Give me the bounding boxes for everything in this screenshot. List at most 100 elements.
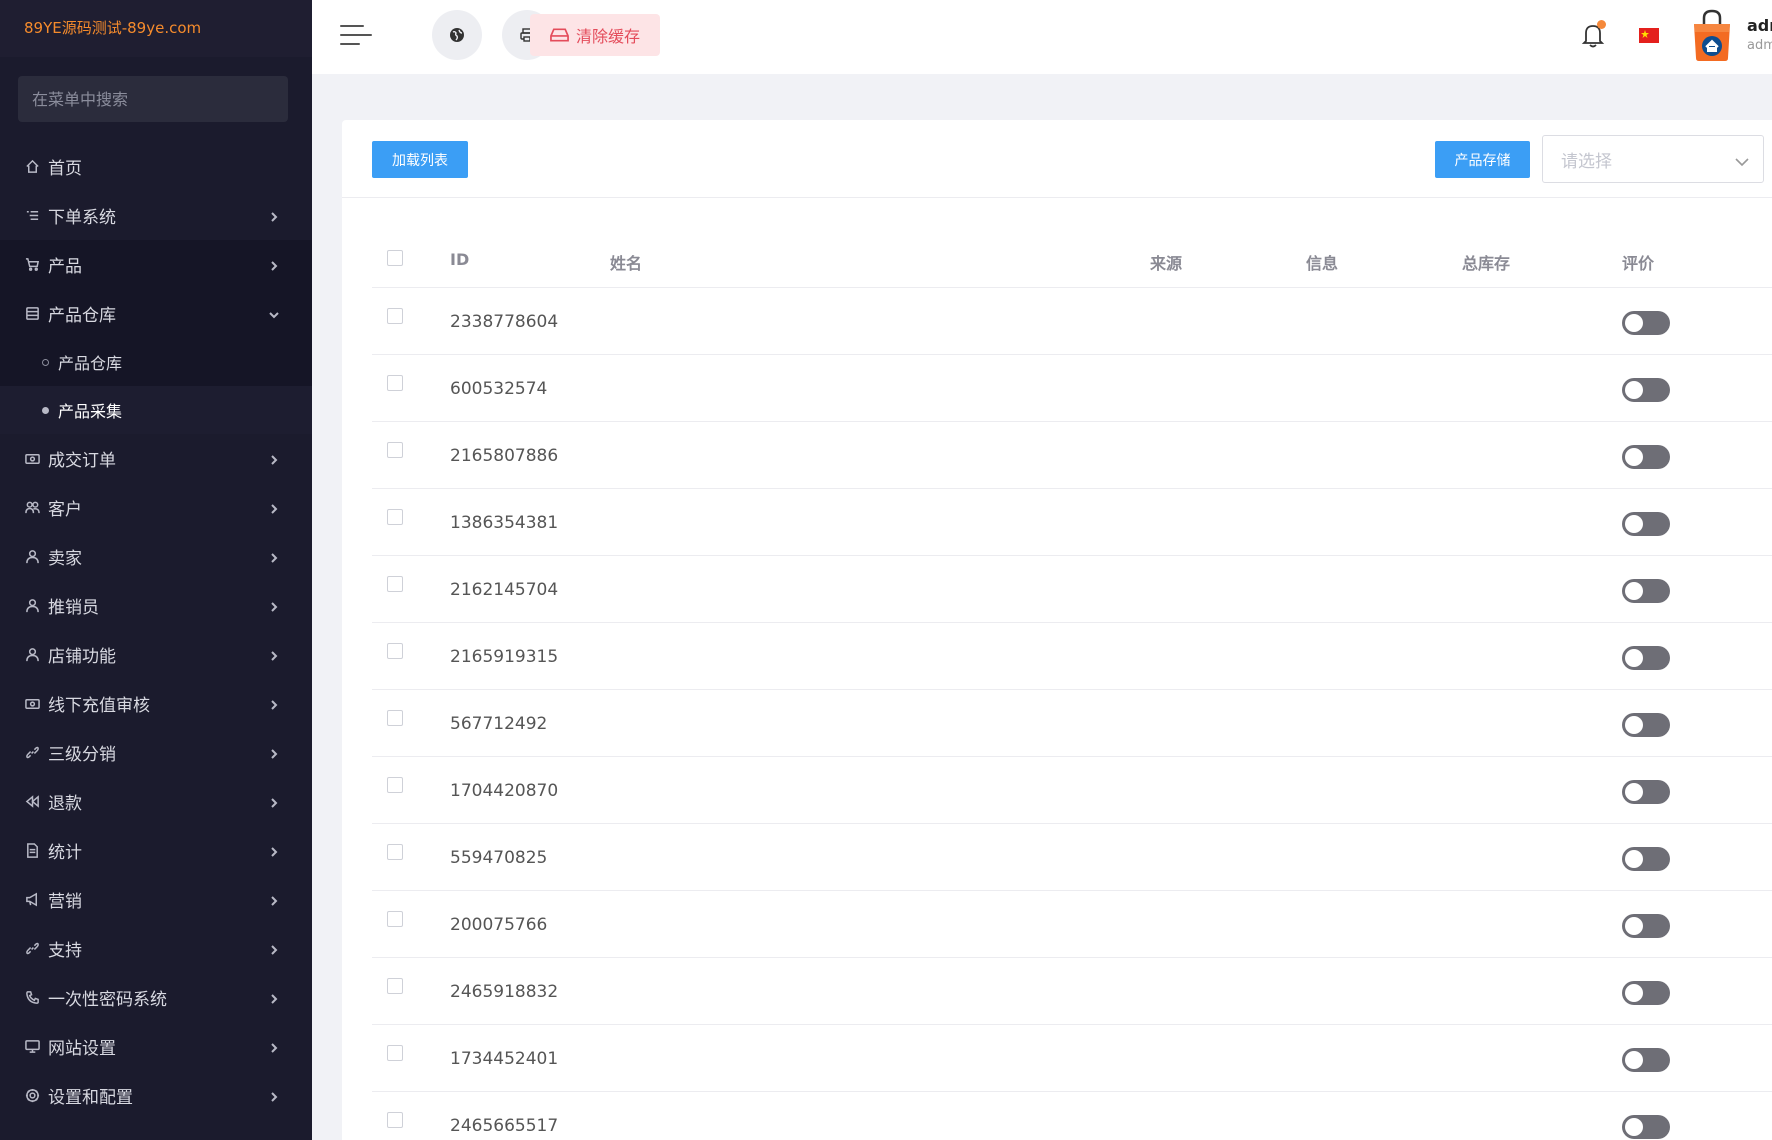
chevron-down-icon	[268, 306, 280, 319]
row-checkbox[interactable]	[387, 375, 403, 391]
row-checkbox[interactable]	[387, 576, 403, 592]
review-toggle[interactable]	[1622, 1048, 1670, 1072]
row-checkbox[interactable]	[387, 509, 403, 525]
review-toggle[interactable]	[1622, 1115, 1670, 1139]
sidebar-item[interactable]: 店铺功能	[0, 630, 312, 679]
column-source[interactable]: 来源	[1150, 250, 1182, 274]
bullet-icon	[42, 358, 49, 366]
column-name[interactable]: 姓名	[610, 250, 642, 274]
sidebar-item[interactable]: 产品仓库	[0, 289, 312, 338]
sidebar-item[interactable]: 支持	[0, 924, 312, 973]
review-toggle[interactable]	[1622, 378, 1670, 402]
link-icon	[24, 745, 40, 761]
sidebar-item-label: 统计	[48, 843, 82, 863]
notifications-button[interactable]	[1580, 20, 1606, 50]
sidebar-item[interactable]: 营销	[0, 875, 312, 924]
chevron-right-icon	[268, 843, 280, 857]
sidebar-item[interactable]: 设置和配置	[0, 1071, 312, 1120]
chevron-right-icon	[268, 451, 280, 465]
table-row: 600532574	[372, 355, 1772, 422]
sidebar-item[interactable]: 产品	[0, 240, 312, 289]
money-icon	[24, 451, 40, 467]
toggle-knob	[1625, 381, 1643, 399]
sidebar-item[interactable]: 线下充值审核	[0, 679, 312, 728]
warehouse-select[interactable]: 请选择	[1542, 135, 1764, 183]
sidebar-item[interactable]: 统计	[0, 826, 312, 875]
select-all-checkbox[interactable]	[387, 250, 403, 266]
table-row: 2465918832	[372, 958, 1772, 1025]
row-checkbox[interactable]	[387, 308, 403, 324]
table-row: 2165807886	[372, 422, 1772, 489]
sidebar-item[interactable]: 下单系统	[0, 191, 312, 240]
row-checkbox[interactable]	[387, 710, 403, 726]
sidebar-subitem[interactable]: 产品仓库	[0, 338, 312, 386]
sidebar-item-label: 客户	[48, 500, 82, 520]
toggle-knob	[1625, 515, 1643, 533]
toggle-knob	[1625, 984, 1643, 1002]
sidebar-item[interactable]: 客户	[0, 483, 312, 532]
top-header: 清除缓存 adr adm	[312, 0, 1772, 74]
row-checkbox[interactable]	[387, 1045, 403, 1061]
clear-cache-button[interactable]: 清除缓存	[530, 14, 660, 56]
review-toggle[interactable]	[1622, 780, 1670, 804]
row-checkbox[interactable]	[387, 643, 403, 659]
sidebar-item-label: 卖家	[48, 549, 82, 569]
sidebar-item[interactable]: 网站设置	[0, 1022, 312, 1071]
chevron-right-icon	[268, 257, 280, 271]
column-id[interactable]: ID	[450, 250, 469, 269]
cell-id: 2165919315	[450, 647, 559, 667]
review-toggle[interactable]	[1622, 981, 1670, 1005]
review-toggle[interactable]	[1622, 914, 1670, 938]
chevron-right-icon	[268, 647, 280, 661]
review-toggle[interactable]	[1622, 579, 1670, 603]
sidebar-item[interactable]: 卖家	[0, 532, 312, 581]
row-checkbox[interactable]	[387, 442, 403, 458]
language-flag-icon[interactable]	[1639, 28, 1659, 43]
user-icon	[24, 647, 40, 663]
sidebar-item[interactable]: 首页	[0, 142, 312, 191]
menu-search-input[interactable]	[18, 76, 288, 122]
row-checkbox[interactable]	[387, 911, 403, 927]
review-toggle[interactable]	[1622, 713, 1670, 737]
product-storage-button[interactable]: 产品存储	[1435, 141, 1530, 178]
toggle-knob	[1625, 716, 1643, 734]
column-review[interactable]: 评价	[1622, 250, 1654, 274]
review-toggle[interactable]	[1622, 646, 1670, 670]
sidebar-item[interactable]: 退款	[0, 777, 312, 826]
row-checkbox[interactable]	[387, 978, 403, 994]
sidebar-item[interactable]: 推销员	[0, 581, 312, 630]
user-name[interactable]: adr	[1747, 16, 1772, 35]
shopping-bag-icon	[1694, 9, 1730, 61]
row-checkbox[interactable]	[387, 1112, 403, 1128]
chevron-right-icon	[268, 696, 280, 710]
review-toggle[interactable]	[1622, 847, 1670, 871]
toggle-knob	[1625, 649, 1643, 667]
avatar[interactable]	[1690, 8, 1734, 62]
row-checkbox[interactable]	[387, 777, 403, 793]
brand-title[interactable]: 89YE源码测试-89ye.com	[0, 0, 312, 57]
select-placeholder: 请选择	[1561, 151, 1612, 172]
chevron-right-icon	[268, 941, 280, 955]
load-list-button[interactable]: 加载列表	[372, 141, 468, 178]
review-toggle[interactable]	[1622, 311, 1670, 335]
table-row: 2465665517	[372, 1092, 1772, 1140]
toggle-knob	[1625, 314, 1643, 332]
menu-toggle-icon[interactable]	[340, 22, 372, 50]
sidebar-subitem[interactable]: 产品采集	[0, 386, 312, 434]
column-info[interactable]: 信息	[1306, 250, 1338, 274]
sidebar-subitem-label: 产品仓库	[58, 354, 123, 373]
column-total-stock[interactable]: 总库存	[1462, 250, 1510, 274]
cell-id: 559470825	[450, 848, 548, 868]
cell-id: 2465918832	[450, 982, 559, 1002]
notification-dot	[1597, 20, 1606, 29]
sidebar-item[interactable]: 三级分销	[0, 728, 312, 777]
review-toggle[interactable]	[1622, 445, 1670, 469]
toggle-knob	[1625, 1118, 1643, 1136]
globe-button[interactable]	[432, 10, 482, 60]
sidebar-item[interactable]: 成交订单	[0, 434, 312, 483]
sidebar-item-label: 首页	[48, 159, 82, 179]
review-toggle[interactable]	[1622, 512, 1670, 536]
row-checkbox[interactable]	[387, 844, 403, 860]
sidebar-item-label: 成交订单	[48, 451, 116, 471]
sidebar-item[interactable]: 一次性密码系统	[0, 973, 312, 1022]
